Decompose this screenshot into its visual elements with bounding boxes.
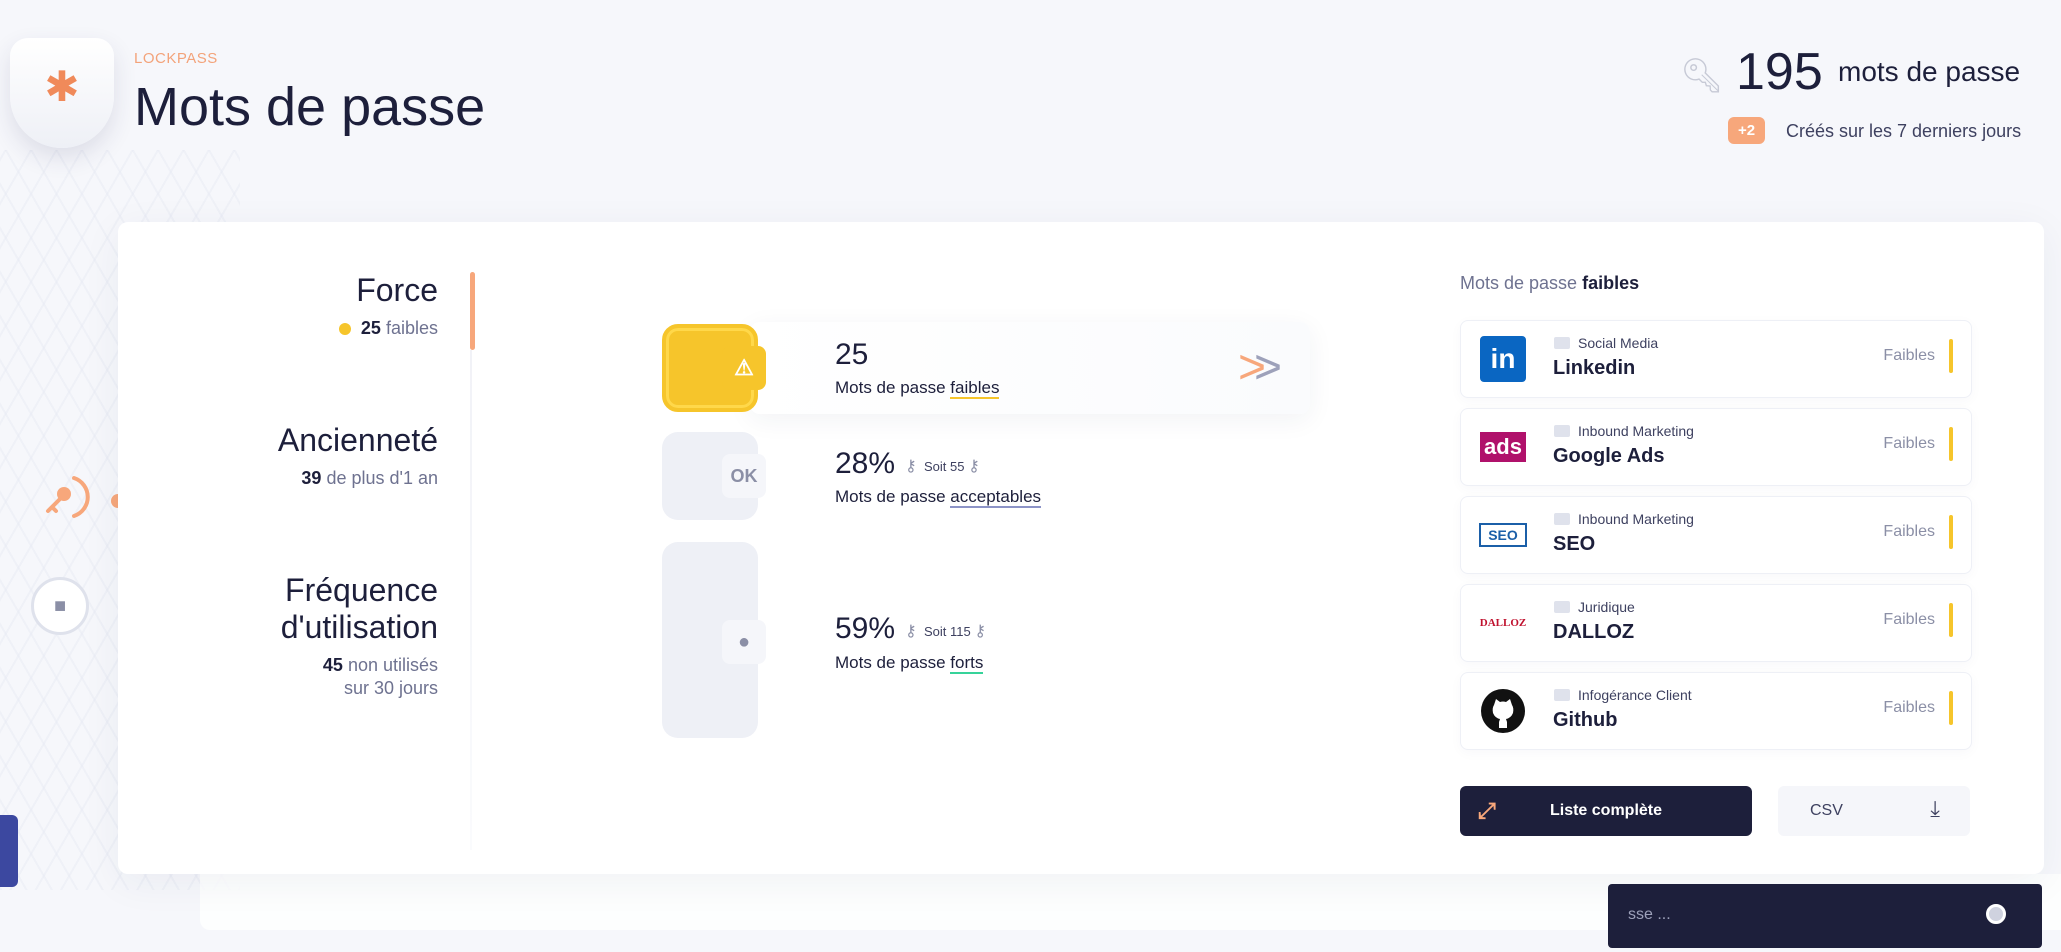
csv-button[interactable]: CSV ⤓ bbox=[1778, 786, 1970, 836]
category-title: Ancienneté bbox=[277, 422, 438, 458]
key-nav-icon[interactable] bbox=[38, 466, 98, 526]
app-logo[interactable]: ✱ bbox=[10, 38, 114, 148]
bulb-icon: ● bbox=[722, 620, 766, 664]
created-note: Créés sur les 7 derniers jours bbox=[1786, 121, 2022, 141]
github-logo bbox=[1479, 687, 1527, 735]
weak-value: 25 bbox=[835, 338, 869, 371]
item-status: Faibles bbox=[1883, 523, 1935, 540]
weak-label: Mots de passe faibles bbox=[835, 378, 1000, 399]
strong-count: ⚷ Soit 115 ⚷ bbox=[905, 623, 987, 640]
weak-indicator bbox=[1949, 515, 1953, 549]
password-count: 195 bbox=[1736, 43, 1823, 101]
acceptable-label: Mots de passe acceptables bbox=[835, 487, 1042, 508]
folder-icon bbox=[1554, 513, 1570, 525]
item-status: Faibles bbox=[1883, 611, 1935, 628]
item-name: SEO bbox=[1553, 533, 1596, 555]
brand-label: LOCKPASS bbox=[134, 50, 218, 67]
expand-icon: ⤢ bbox=[1478, 798, 1496, 823]
linkedin-logo: in bbox=[1479, 335, 1527, 383]
csv-label: CSV bbox=[1810, 802, 1843, 819]
item-category: Social Media bbox=[1578, 335, 1659, 351]
item-category: Inbound Marketing bbox=[1578, 511, 1694, 527]
search-placeholder: sse ... bbox=[1628, 906, 1671, 923]
acceptable-count: ⚷ Soit 55 ⚷ bbox=[905, 458, 980, 475]
bottom-search[interactable]: sse ... bbox=[1608, 884, 2042, 948]
item-category: Juridique bbox=[1578, 599, 1635, 615]
folder-icon bbox=[1554, 601, 1570, 613]
folder-nav-icon[interactable]: ■ bbox=[31, 577, 89, 635]
category-divider bbox=[470, 350, 472, 850]
list-heading: Mots de passe faibles bbox=[1460, 273, 1640, 293]
warning-icon: ⚠ bbox=[722, 346, 766, 390]
list-item[interactable]: Infogérance Client Github Faibles bbox=[1460, 672, 1972, 750]
active-category-bar bbox=[470, 272, 475, 350]
item-status: Faibles bbox=[1883, 347, 1935, 364]
weak-indicator bbox=[1949, 427, 1953, 461]
list-item[interactable]: SEO Inbound Marketing SEO Faibles bbox=[1460, 496, 1972, 574]
chevron-right-icon[interactable]: >> bbox=[1238, 340, 1282, 395]
category-sub: 39 de plus d'1 an bbox=[301, 468, 438, 488]
item-name: DALLOZ bbox=[1553, 621, 1635, 643]
side-tab[interactable] bbox=[0, 815, 18, 887]
item-category: Inbound Marketing bbox=[1578, 423, 1694, 439]
list-item[interactable]: in Social Media Linkedin Faibles bbox=[1460, 320, 1972, 398]
category-force[interactable]: Force 25 faibles bbox=[338, 272, 438, 340]
category-frequence[interactable]: Fréquence d'utilisation 45 non utilisés … bbox=[281, 572, 438, 700]
full-list-button[interactable]: ⤢ Liste complète bbox=[1460, 786, 1752, 836]
item-name: Google Ads bbox=[1553, 445, 1665, 467]
weak-indicator bbox=[1949, 603, 1953, 637]
download-icon: ⤓ bbox=[1930, 796, 1940, 821]
category-sub: 45 non utilisés sur 30 jours bbox=[322, 655, 438, 698]
item-name: Linkedin bbox=[1553, 357, 1636, 379]
weak-dot bbox=[338, 323, 351, 336]
google-ads-logo: ads bbox=[1479, 423, 1527, 471]
folder-icon bbox=[1554, 425, 1570, 437]
ok-badge: OK bbox=[722, 454, 766, 498]
category-title: Force bbox=[356, 272, 438, 308]
dalloz-logo: DALLOZ bbox=[1479, 617, 1527, 629]
item-name: Github bbox=[1553, 709, 1618, 731]
item-category: Infogérance Client bbox=[1578, 687, 1692, 703]
page-title: Mots de passe bbox=[134, 77, 486, 137]
category-title: Fréquence d'utilisation bbox=[280, 572, 438, 645]
acceptable-value: 28% bbox=[835, 447, 896, 480]
password-count-unit: mots de passe bbox=[1838, 56, 2021, 87]
strong-label: Mots de passe forts bbox=[835, 653, 984, 674]
seo-logo: SEO bbox=[1479, 511, 1527, 559]
list-item[interactable]: DALLOZ Juridique DALLOZ Faibles bbox=[1460, 584, 1972, 662]
list-item[interactable]: ads Inbound Marketing Google Ads Faibles bbox=[1460, 408, 1972, 486]
weak-indicator bbox=[1949, 339, 1953, 373]
weak-row-highlight[interactable] bbox=[750, 322, 1310, 414]
item-status: Faibles bbox=[1883, 699, 1935, 716]
category-anciennete[interactable]: Ancienneté 39 de plus d'1 an bbox=[278, 422, 438, 490]
item-status: Faibles bbox=[1883, 435, 1935, 452]
category-list: Force 25 faibles Ancienneté 39 de plus d… bbox=[118, 222, 438, 822]
full-list-label: Liste complète bbox=[1549, 802, 1663, 819]
category-sub: 25 faibles bbox=[338, 317, 438, 340]
folder-icon bbox=[1554, 337, 1570, 349]
search-icon[interactable] bbox=[1986, 904, 2006, 924]
folder-icon bbox=[1554, 689, 1570, 701]
key-icon: 🔑︎ bbox=[1680, 57, 1724, 95]
weak-indicator bbox=[1949, 691, 1953, 725]
logo-icon: ✱ bbox=[44, 62, 80, 110]
created-badge: +2 bbox=[1728, 117, 1766, 144]
strong-value: 59% bbox=[835, 612, 896, 645]
